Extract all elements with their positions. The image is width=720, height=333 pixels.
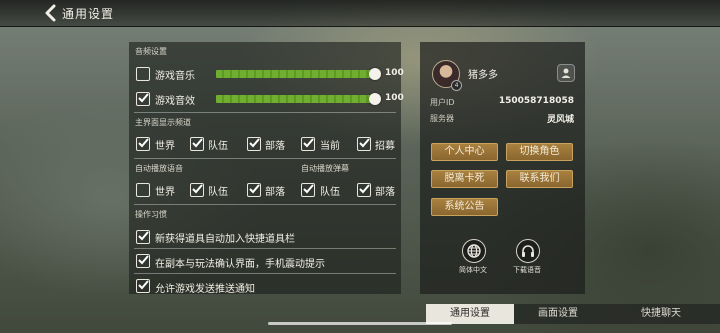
checkbox-game-sfx[interactable] xyxy=(136,92,150,106)
audio-section-label: 音频设置 xyxy=(135,47,167,56)
system-notice-button[interactable]: 系统公告 xyxy=(431,198,498,216)
push-notifications-label: 允许游戏发送推送通知 xyxy=(155,284,255,295)
contact-us-button[interactable]: 联系我们 xyxy=(506,170,573,188)
checkbox-push-notifications[interactable] xyxy=(136,279,150,293)
checkmark-icon xyxy=(138,255,149,265)
checkmark-icon xyxy=(303,184,314,194)
checkmark-icon xyxy=(138,138,149,148)
channel-recruit-label: 招募 xyxy=(375,141,395,152)
voice-world-label: 世界 xyxy=(155,187,175,198)
channel-world-label: 世界 xyxy=(155,141,175,152)
checkbox-channel-tribe[interactable] xyxy=(247,137,261,151)
checkmark-icon xyxy=(192,138,203,148)
switch-role-button[interactable]: 切换角色 xyxy=(506,143,573,161)
auto-add-items-label: 新获得道具自动加入快捷道具栏 xyxy=(155,234,295,245)
game-music-slider[interactable] xyxy=(216,70,374,78)
game-sfx-slider[interactable] xyxy=(216,95,374,103)
checkmark-icon xyxy=(138,93,149,103)
checkbox-voice-world[interactable] xyxy=(136,183,150,197)
channels-section-label: 主界面显示频道 xyxy=(135,118,191,127)
divider xyxy=(134,204,396,205)
danmaku-team-label: 队伍 xyxy=(320,187,340,198)
divider xyxy=(134,158,396,159)
game-music-label: 游戏音乐 xyxy=(155,71,195,82)
game-sfx-label: 游戏音效 xyxy=(155,96,195,107)
profile-settings-button[interactable] xyxy=(557,64,575,82)
habits-section-label: 操作习惯 xyxy=(135,210,167,219)
game-sfx-value: 100 xyxy=(385,93,404,103)
settings-tabs: 通用设置 画面设置 快捷聊天 xyxy=(426,304,720,324)
username: 猪多多 xyxy=(468,70,498,81)
checkmark-icon xyxy=(249,184,260,194)
divider xyxy=(134,248,396,249)
checkbox-voice-team[interactable] xyxy=(190,183,204,197)
checkbox-channel-recruit[interactable] xyxy=(357,137,371,151)
language-label: 简体中文 xyxy=(459,266,487,274)
divider xyxy=(134,273,396,274)
checkmark-icon xyxy=(359,138,370,148)
checkbox-vibration-prompt[interactable] xyxy=(136,254,150,268)
language-button[interactable] xyxy=(462,239,486,263)
globe-icon xyxy=(467,244,481,258)
voice-team-label: 队伍 xyxy=(208,187,228,198)
checkbox-auto-add-items[interactable] xyxy=(136,230,150,244)
divider xyxy=(134,112,396,113)
checkbox-danmaku-team[interactable] xyxy=(301,183,315,197)
checkmark-icon xyxy=(303,138,314,148)
checkbox-channel-current[interactable] xyxy=(301,137,315,151)
home-indicator xyxy=(268,322,452,325)
channel-current-label: 当前 xyxy=(320,141,340,152)
unstuck-button[interactable]: 脱离卡死 xyxy=(431,170,498,188)
top-bar: 通用设置 xyxy=(0,0,720,27)
voice-tribe-label: 部落 xyxy=(265,187,285,198)
checkbox-game-music[interactable] xyxy=(136,67,150,81)
checkmark-icon xyxy=(359,184,370,194)
channel-team-label: 队伍 xyxy=(208,141,228,152)
checkbox-danmaku-tribe[interactable] xyxy=(357,183,371,197)
chevron-left-icon xyxy=(45,4,56,22)
voice-download-label: 下载语音 xyxy=(513,266,541,274)
game-music-slider-handle[interactable] xyxy=(369,68,381,80)
checkbox-channel-world[interactable] xyxy=(136,137,150,151)
vibration-prompt-label: 在副本与玩法确认界面，手机震动提示 xyxy=(155,259,325,270)
checkbox-channel-team[interactable] xyxy=(190,137,204,151)
page-title: 通用设置 xyxy=(62,7,115,21)
level-badge: 4 xyxy=(451,80,462,91)
tab-general-settings[interactable]: 通用设置 xyxy=(426,304,514,324)
auto-danmaku-section-label: 自动播放弹幕 xyxy=(301,164,349,173)
user-id-value: 150058718058 xyxy=(498,96,574,106)
user-id-label: 用户ID xyxy=(430,98,455,107)
checkmark-icon xyxy=(249,138,260,148)
server-value: 灵风城 xyxy=(546,115,574,125)
tab-quick-chat[interactable]: 快捷聊天 xyxy=(602,304,720,324)
tab-graphics-settings[interactable]: 画面设置 xyxy=(514,304,602,324)
checkmark-icon xyxy=(192,184,203,194)
checkmark-icon xyxy=(138,231,149,241)
server-label: 服务器 xyxy=(430,114,454,123)
checkmark-icon xyxy=(138,280,149,290)
danmaku-tribe-label: 部落 xyxy=(375,187,395,198)
voice-download-button[interactable] xyxy=(516,239,540,263)
auto-voice-section-label: 自动播放语音 xyxy=(135,164,183,173)
checkbox-voice-tribe[interactable] xyxy=(247,183,261,197)
user-center-button[interactable]: 个人中心 xyxy=(431,143,498,161)
game-music-value: 100 xyxy=(385,68,404,78)
game-sfx-slider-handle[interactable] xyxy=(369,93,381,105)
headphones-icon xyxy=(522,245,534,257)
back-button[interactable] xyxy=(42,3,60,23)
channel-tribe-label: 部落 xyxy=(265,141,285,152)
person-icon xyxy=(561,68,571,78)
